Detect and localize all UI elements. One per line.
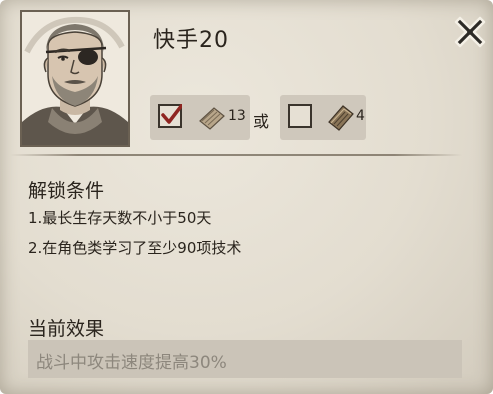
character-portrait [20,10,130,147]
scroll-icon [196,105,226,135]
skill-dialog: 快手20 13 或 4 解锁条件 1.最长生存天数不小于50天 2.在角色类学习… [0,0,493,394]
close-icon [454,16,486,48]
effect-text: 战斗中攻击速度提高30% [36,353,227,373]
cost-option-2[interactable]: 4 [280,95,366,140]
cost-option-2-checkbox[interactable] [288,104,312,128]
effect-title: 当前效果 [28,318,105,340]
close-button[interactable] [450,14,490,54]
checkmark-icon [161,104,182,124]
unlock-condition: 2.在角色类学习了至少90项技术 [28,239,242,257]
cost-option-1-checkbox[interactable] [158,104,182,128]
cost-option-2-count: 4 [356,108,365,124]
skill-name: 快手20 [153,28,229,53]
cost-option-1-count: 13 [228,108,246,124]
or-label: 或 [253,112,270,131]
unlock-title: 解锁条件 [28,180,105,202]
effect-bar: 战斗中攻击速度提高30% [28,340,462,378]
divider [10,154,462,156]
book-icon [326,102,356,136]
unlock-condition: 1.最长生存天数不小于50天 [28,209,212,227]
cost-option-1[interactable]: 13 [150,95,250,140]
